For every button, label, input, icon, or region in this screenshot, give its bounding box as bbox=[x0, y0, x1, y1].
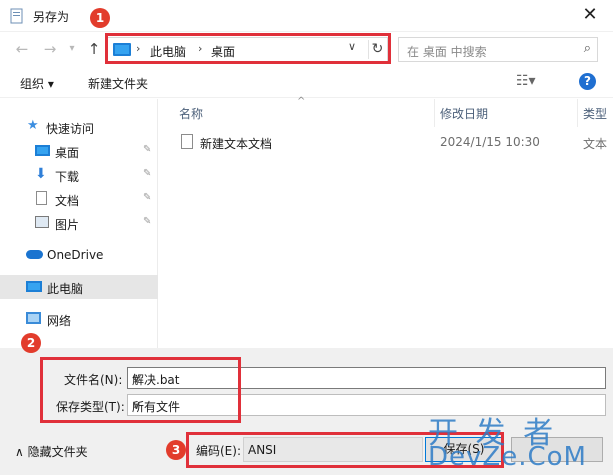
close-button[interactable]: ✕ bbox=[567, 0, 613, 32]
new-folder-button[interactable]: 新建文件夹 bbox=[88, 75, 148, 92]
recent-locations-icon[interactable]: ▾ bbox=[62, 39, 82, 59]
cloud-icon bbox=[26, 250, 43, 259]
window-title: 另存为 bbox=[33, 10, 70, 24]
watermark-line-2: DevZe.CoM bbox=[428, 442, 587, 472]
pin-icon: ✎ bbox=[143, 216, 152, 227]
save-as-icon bbox=[10, 8, 23, 24]
sidebar-item-label: 快速访问 bbox=[46, 122, 95, 136]
pin-icon: ✎ bbox=[143, 144, 152, 155]
table-row[interactable]: 新建文本文档 2024/1/15 10:30 文本 bbox=[159, 131, 613, 153]
forward-icon[interactable]: → bbox=[40, 39, 60, 59]
file-type: 文本 bbox=[583, 137, 608, 151]
sidebar-item-desktop[interactable]: 桌面 ✎ bbox=[0, 139, 158, 163]
sidebar-item-label: OneDrive bbox=[47, 248, 104, 262]
sidebar-item-label: 桌面 bbox=[55, 146, 80, 160]
up-icon[interactable]: ↑ bbox=[84, 39, 104, 59]
desktop-icon bbox=[35, 145, 50, 156]
view-options-icon[interactable]: ☷▾ bbox=[516, 73, 536, 89]
sidebar-item-label: 图片 bbox=[55, 218, 80, 232]
search-icon: ⌕ bbox=[583, 41, 591, 56]
document-icon bbox=[36, 191, 47, 205]
column-header-type[interactable]: 类型 bbox=[583, 105, 607, 122]
sidebar-item-network[interactable]: 网络 bbox=[0, 307, 158, 331]
search-placeholder: 在 桌面 中搜索 bbox=[407, 45, 487, 59]
network-icon bbox=[26, 312, 41, 324]
sidebar-item-label: 此电脑 bbox=[47, 282, 84, 296]
pc-icon bbox=[26, 281, 42, 292]
hide-folders-toggle[interactable]: ∧ 隐藏文件夹 bbox=[15, 443, 88, 460]
file-name: 新建文本文档 bbox=[200, 137, 273, 151]
sort-ascending-icon: ^ bbox=[297, 96, 306, 107]
sidebar-item-onedrive[interactable]: OneDrive bbox=[0, 243, 158, 267]
hide-folders-label: 隐藏文件夹 bbox=[27, 445, 88, 459]
watermark: 开 发 者 DevZe.CoM bbox=[428, 408, 613, 475]
back-icon[interactable]: ← bbox=[12, 39, 32, 59]
column-header-date[interactable]: 修改日期 bbox=[440, 105, 488, 122]
column-divider[interactable] bbox=[577, 99, 578, 127]
annotation-badge-3: 3 bbox=[166, 440, 186, 460]
navigation-pane: ★ 快速访问 桌面 ✎ ⬇ 下载 ✎ 文档 ✎ 图片 ✎ OneDrive 此电… bbox=[0, 99, 158, 348]
text-file-icon bbox=[181, 134, 193, 149]
sidebar-item-quick-access[interactable]: ★ 快速访问 bbox=[0, 115, 158, 139]
column-header-name[interactable]: 名称 bbox=[179, 105, 203, 122]
pin-icon: ✎ bbox=[143, 168, 152, 179]
highlight-box-form bbox=[40, 357, 241, 423]
star-icon: ★ bbox=[27, 118, 39, 133]
organize-button[interactable]: 组织 ▾ bbox=[20, 75, 54, 92]
download-icon: ⬇ bbox=[35, 166, 47, 182]
help-icon[interactable]: ? bbox=[579, 73, 596, 90]
highlight-box-address bbox=[105, 33, 391, 64]
chevron-up-icon: ∧ bbox=[15, 445, 28, 459]
sidebar-item-this-pc[interactable]: 此电脑 bbox=[0, 275, 158, 299]
sidebar-item-label: 网络 bbox=[47, 314, 72, 328]
column-divider[interactable] bbox=[434, 99, 435, 127]
sidebar-item-downloads[interactable]: ⬇ 下载 ✎ bbox=[0, 163, 158, 187]
sidebar-item-label: 下载 bbox=[55, 170, 80, 184]
sidebar-item-documents[interactable]: 文档 ✎ bbox=[0, 187, 158, 211]
sidebar-item-pictures[interactable]: 图片 ✎ bbox=[0, 211, 158, 235]
pin-icon: ✎ bbox=[143, 192, 152, 203]
sidebar-item-label: 文档 bbox=[55, 194, 80, 208]
annotation-badge-2: 2 bbox=[21, 333, 41, 353]
annotation-badge-1: 1 bbox=[90, 8, 110, 28]
command-bar: 组织 ▾ 新建文件夹 ☷▾ ? bbox=[0, 66, 613, 98]
picture-icon bbox=[35, 216, 49, 228]
search-input[interactable]: 在 桌面 中搜索 ⌕ bbox=[398, 37, 598, 62]
file-list: ^ 名称 修改日期 类型 新建文本文档 2024/1/15 10:30 文本 bbox=[159, 96, 613, 348]
file-date: 2024/1/15 10:30 bbox=[440, 135, 540, 149]
